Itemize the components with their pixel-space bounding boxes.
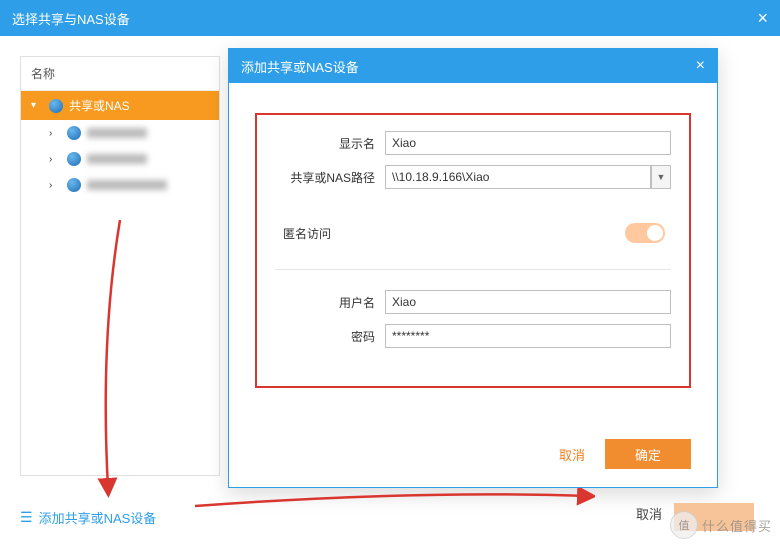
- watermark: 值 什么值得买: [670, 511, 772, 539]
- main-titlebar: 选择共享与NAS设备 ×: [0, 0, 780, 36]
- device-tree: 名称 ▾ 共享或NAS › › ›: [20, 56, 220, 476]
- path-input[interactable]: [385, 165, 651, 189]
- annotation-arrow-2: [195, 488, 595, 512]
- tree-header: 名称: [21, 57, 219, 91]
- anonymous-label: 匿名访问: [283, 225, 331, 242]
- password-input[interactable]: [385, 324, 671, 348]
- chevron-right-icon: ›: [49, 154, 61, 165]
- tree-item[interactable]: ›: [21, 120, 219, 146]
- main-close-icon[interactable]: ×: [757, 8, 768, 29]
- dialog-actions: 取消 确定: [559, 439, 691, 469]
- tree-item[interactable]: ›: [21, 146, 219, 172]
- anonymous-toggle[interactable]: [625, 223, 665, 243]
- chevron-down-icon: ▾: [31, 100, 43, 111]
- tree-item-label: [87, 180, 167, 190]
- path-row: 共享或NAS路径 ▼: [275, 165, 671, 189]
- path-dropdown-caret[interactable]: ▼: [651, 165, 671, 189]
- dialog-form: 显示名 共享或NAS路径 ▼ 匿名访问 用户名 密码: [255, 113, 691, 388]
- dialog-titlebar: 添加共享或NAS设备 ×: [229, 49, 717, 83]
- tree-item[interactable]: ›: [21, 172, 219, 198]
- watermark-text: 什么值得买: [702, 516, 772, 535]
- chevron-right-icon: ›: [49, 180, 61, 191]
- dialog-cancel-button[interactable]: 取消: [559, 445, 585, 464]
- outer-cancel-button[interactable]: 取消: [636, 504, 662, 523]
- dialog-close-icon[interactable]: ×: [696, 57, 705, 75]
- list-add-icon: ☰: [20, 509, 33, 526]
- username-input[interactable]: [385, 290, 671, 314]
- globe-icon: [67, 126, 81, 140]
- add-device-dialog: 添加共享或NAS设备 × 显示名 共享或NAS路径 ▼ 匿名访问 用户名 密码: [228, 48, 718, 488]
- tree-root-label: 共享或NAS: [69, 97, 130, 114]
- display-name-input[interactable]: [385, 131, 671, 155]
- tree-item-label: [87, 154, 147, 164]
- display-name-row: 显示名: [275, 131, 671, 155]
- watermark-icon: 值: [670, 511, 698, 539]
- username-row: 用户名: [275, 290, 671, 314]
- path-label: 共享或NAS路径: [275, 169, 385, 186]
- globe-icon: [67, 152, 81, 166]
- globe-icon: [49, 99, 63, 113]
- display-name-label: 显示名: [275, 135, 385, 152]
- dialog-ok-button[interactable]: 确定: [605, 439, 691, 469]
- add-device-link[interactable]: ☰ 添加共享或NAS设备: [20, 508, 156, 527]
- username-label: 用户名: [275, 294, 385, 311]
- dialog-title: 添加共享或NAS设备: [241, 57, 359, 76]
- password-label: 密码: [275, 328, 385, 345]
- add-device-label: 添加共享或NAS设备: [39, 508, 157, 527]
- chevron-right-icon: ›: [49, 128, 61, 139]
- main-title: 选择共享与NAS设备: [12, 9, 130, 28]
- tree-item-label: [87, 128, 147, 138]
- tree-root[interactable]: ▾ 共享或NAS: [21, 91, 219, 120]
- password-row: 密码: [275, 324, 671, 348]
- globe-icon: [67, 178, 81, 192]
- anonymous-row: 匿名访问: [275, 199, 671, 270]
